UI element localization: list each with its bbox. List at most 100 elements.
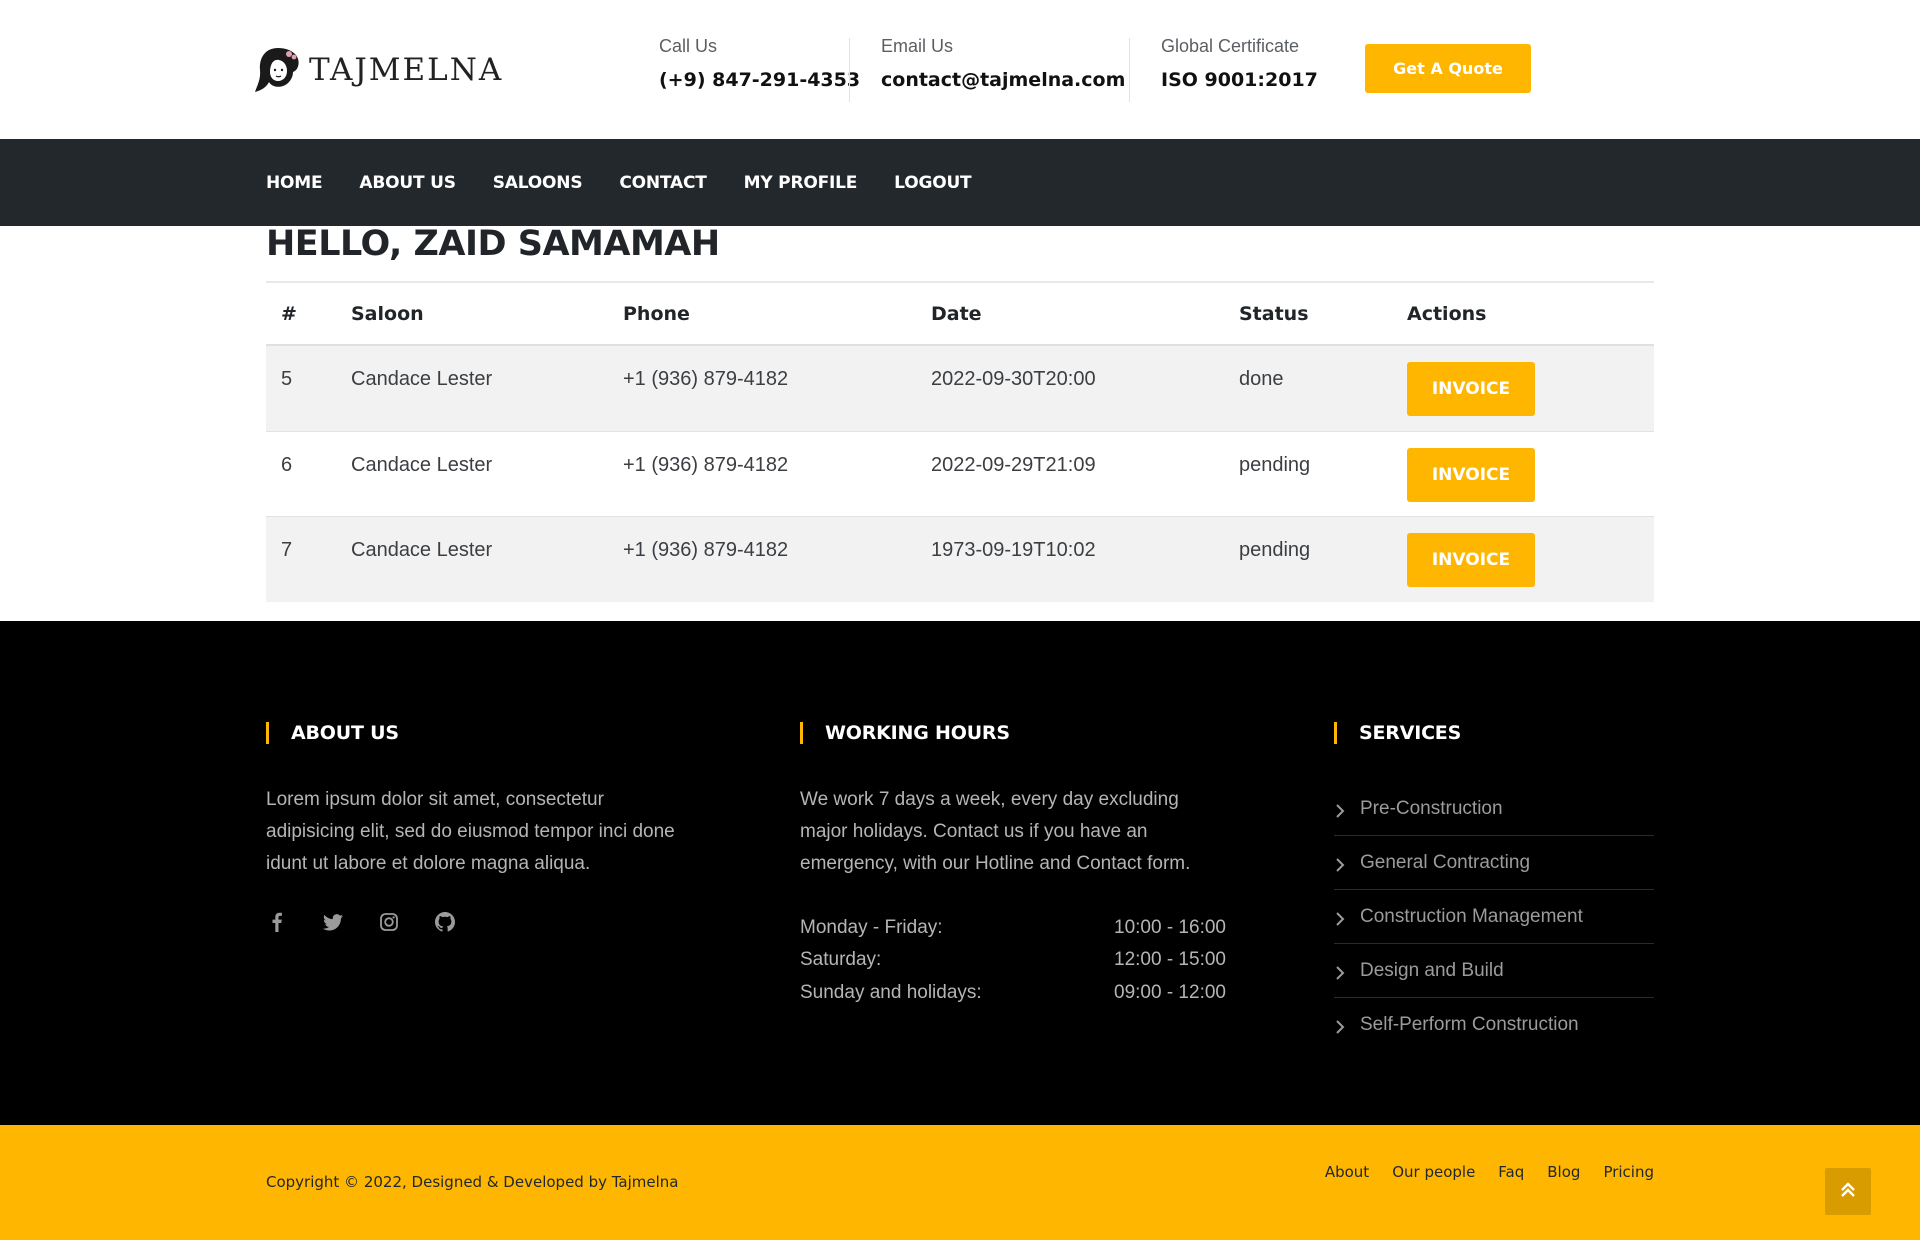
footer-hours-title: WORKING HOURS	[800, 722, 1010, 744]
nav-item-home[interactable]: HOME	[266, 173, 323, 193]
chevron-right-icon	[1334, 964, 1346, 980]
schedule-day: Sunday and holidays:	[800, 982, 982, 1003]
nav-item-contact[interactable]: CONTACT	[619, 173, 706, 193]
invoice-button[interactable]: INVOICE	[1407, 362, 1535, 416]
bookings-table: # Saloon Phone Date Status Actions 5 Can…	[266, 281, 1654, 602]
invoice-button[interactable]: INVOICE	[1407, 448, 1535, 502]
schedule-day: Saturday:	[800, 949, 882, 970]
double-chevron-up-icon	[1839, 1181, 1857, 1203]
header-divider	[849, 38, 850, 102]
row-saloon: Candace Lester	[351, 454, 493, 476]
footer-link-faq[interactable]: Faq	[1498, 1163, 1524, 1181]
call-us-phone[interactable]: (+9) 847-291-4353	[659, 69, 860, 91]
copyright-text: Copyright © 2022, Designed & Developed b…	[266, 1173, 679, 1191]
row-date: 2022-09-29T21:09	[931, 454, 1096, 476]
footer-link-our-people[interactable]: Our people	[1392, 1163, 1475, 1181]
column-header-status: Status	[1239, 303, 1309, 325]
hours-text-line: We work 7 days a week, every day excludi…	[800, 789, 1179, 810]
get-a-quote-button[interactable]: Get A Quote	[1365, 44, 1531, 93]
certificate-label: Global Certificate	[1161, 36, 1300, 56]
brand-logo[interactable]: TAJMELNA	[255, 44, 503, 96]
chevron-right-icon	[1334, 856, 1346, 872]
nav-menu: HOME ABOUT US SALOONS CONTACT MY PROFILE…	[266, 139, 1008, 226]
column-header-date: Date	[931, 303, 982, 325]
column-header-saloon: Saloon	[351, 303, 424, 325]
email-us-address[interactable]: contact@tajmelna.com	[881, 69, 1125, 91]
copyright-bar: Copyright © 2022, Designed & Developed b…	[0, 1125, 1920, 1240]
social-links	[266, 911, 490, 933]
footer-hours-text: We work 7 days a week, every day excludi…	[800, 784, 1260, 880]
footer-links: About Our people Faq Blog Pricing	[1302, 1163, 1654, 1181]
row-phone: +1 (936) 879-4182	[623, 454, 789, 476]
service-link-self-perform-construction[interactable]: Self-Perform Construction	[1334, 998, 1654, 1052]
column-header-number: #	[281, 303, 297, 325]
chevron-right-icon	[1334, 802, 1346, 818]
service-link-design-and-build[interactable]: Design and Build	[1334, 944, 1654, 998]
woman-face-logo-icon	[255, 46, 301, 94]
site-footer: ABOUT US Lorem ipsum dolor sit amet, con…	[0, 621, 1920, 1125]
back-to-top-button[interactable]	[1825, 1168, 1871, 1215]
twitter-icon[interactable]	[322, 911, 344, 933]
table-row: 6 Candace Lester +1 (936) 879-4182 2022-…	[266, 432, 1654, 517]
main-navbar: HOME ABOUT US SALOONS CONTACT MY PROFILE…	[0, 139, 1920, 226]
invoice-button[interactable]: INVOICE	[1407, 533, 1535, 587]
facebook-icon[interactable]	[266, 911, 288, 933]
column-header-phone: Phone	[623, 303, 690, 325]
row-number: 7	[281, 539, 293, 561]
footer-services-title: SERVICES	[1334, 722, 1461, 744]
schedule-time: 12:00 - 15:00	[1114, 949, 1226, 970]
service-label: Self-Perform Construction	[1360, 1014, 1579, 1035]
row-number: 5	[281, 368, 293, 390]
schedule-time: 10:00 - 16:00	[1114, 917, 1226, 938]
service-label: Design and Build	[1360, 959, 1504, 981]
service-label: Pre-Construction	[1360, 797, 1503, 819]
service-link-pre-construction[interactable]: Pre-Construction	[1334, 782, 1654, 836]
service-link-general-contracting[interactable]: General Contracting	[1334, 836, 1654, 890]
chevron-right-icon	[1334, 910, 1346, 926]
email-us-label: Email Us	[881, 36, 954, 56]
call-us-block: Call Us (+9) 847-291-4353	[659, 36, 860, 91]
hours-text-line: emergency, with our Hotline and Contact …	[800, 853, 1191, 874]
top-header: TAJMELNA Call Us (+9) 847-291-4353 Email…	[0, 0, 1920, 139]
certificate-value: ISO 9001:2017	[1161, 69, 1318, 91]
schedule-day: Monday - Friday:	[800, 917, 943, 938]
row-number: 6	[281, 454, 293, 476]
row-status: done	[1239, 368, 1284, 390]
footer-about-text: Lorem ipsum dolor sit amet, consectetur …	[266, 784, 726, 880]
chevron-right-icon	[1334, 1018, 1346, 1034]
service-label: General Contracting	[1360, 851, 1531, 873]
github-icon[interactable]	[434, 911, 456, 933]
service-label: Construction Management	[1360, 905, 1583, 927]
table-row: 5 Candace Lester +1 (936) 879-4182 2022-…	[266, 346, 1654, 431]
row-status: pending	[1239, 454, 1311, 476]
row-saloon: Candace Lester	[351, 368, 493, 390]
row-phone: +1 (936) 879-4182	[623, 368, 789, 390]
row-phone: +1 (936) 879-4182	[623, 539, 789, 561]
table-row: 7 Candace Lester +1 (936) 879-4182 1973-…	[266, 517, 1654, 602]
header-divider	[1129, 38, 1130, 102]
email-us-block: Email Us contact@tajmelna.com	[881, 36, 1125, 91]
footer-link-pricing[interactable]: Pricing	[1603, 1163, 1654, 1181]
page-title: HELLO, ZAID SAMAMAH	[266, 224, 720, 264]
nav-item-about-us[interactable]: ABOUT US	[359, 173, 456, 193]
instagram-icon[interactable]	[378, 911, 400, 933]
about-text-line: Lorem ipsum dolor sit amet, consectetur	[266, 789, 604, 810]
row-date: 2022-09-30T20:00	[931, 368, 1096, 390]
row-date: 1973-09-19T10:02	[931, 539, 1096, 561]
nav-item-saloons[interactable]: SALOONS	[493, 173, 583, 193]
nav-item-my-profile[interactable]: MY PROFILE	[744, 173, 858, 193]
certificate-block: Global Certificate ISO 9001:2017	[1161, 36, 1318, 91]
nav-item-logout[interactable]: LOGOUT	[894, 173, 971, 193]
hours-text-line: major holidays. Contact us if you have a…	[800, 821, 1148, 842]
column-header-actions: Actions	[1407, 303, 1487, 325]
schedule-time: 09:00 - 12:00	[1114, 982, 1226, 1003]
row-status: pending	[1239, 539, 1311, 561]
about-text-line: adipisicing elit, sed do eiusmod tempor …	[266, 821, 675, 842]
footer-link-about[interactable]: About	[1325, 1163, 1369, 1181]
about-text-line: idunt ut labore et dolore magna aliqua.	[266, 853, 591, 874]
call-us-label: Call Us	[659, 36, 718, 56]
footer-link-blog[interactable]: Blog	[1547, 1163, 1580, 1181]
table-header: # Saloon Phone Date Status Actions	[266, 281, 1654, 346]
row-saloon: Candace Lester	[351, 539, 493, 561]
service-link-construction-management[interactable]: Construction Management	[1334, 890, 1654, 944]
